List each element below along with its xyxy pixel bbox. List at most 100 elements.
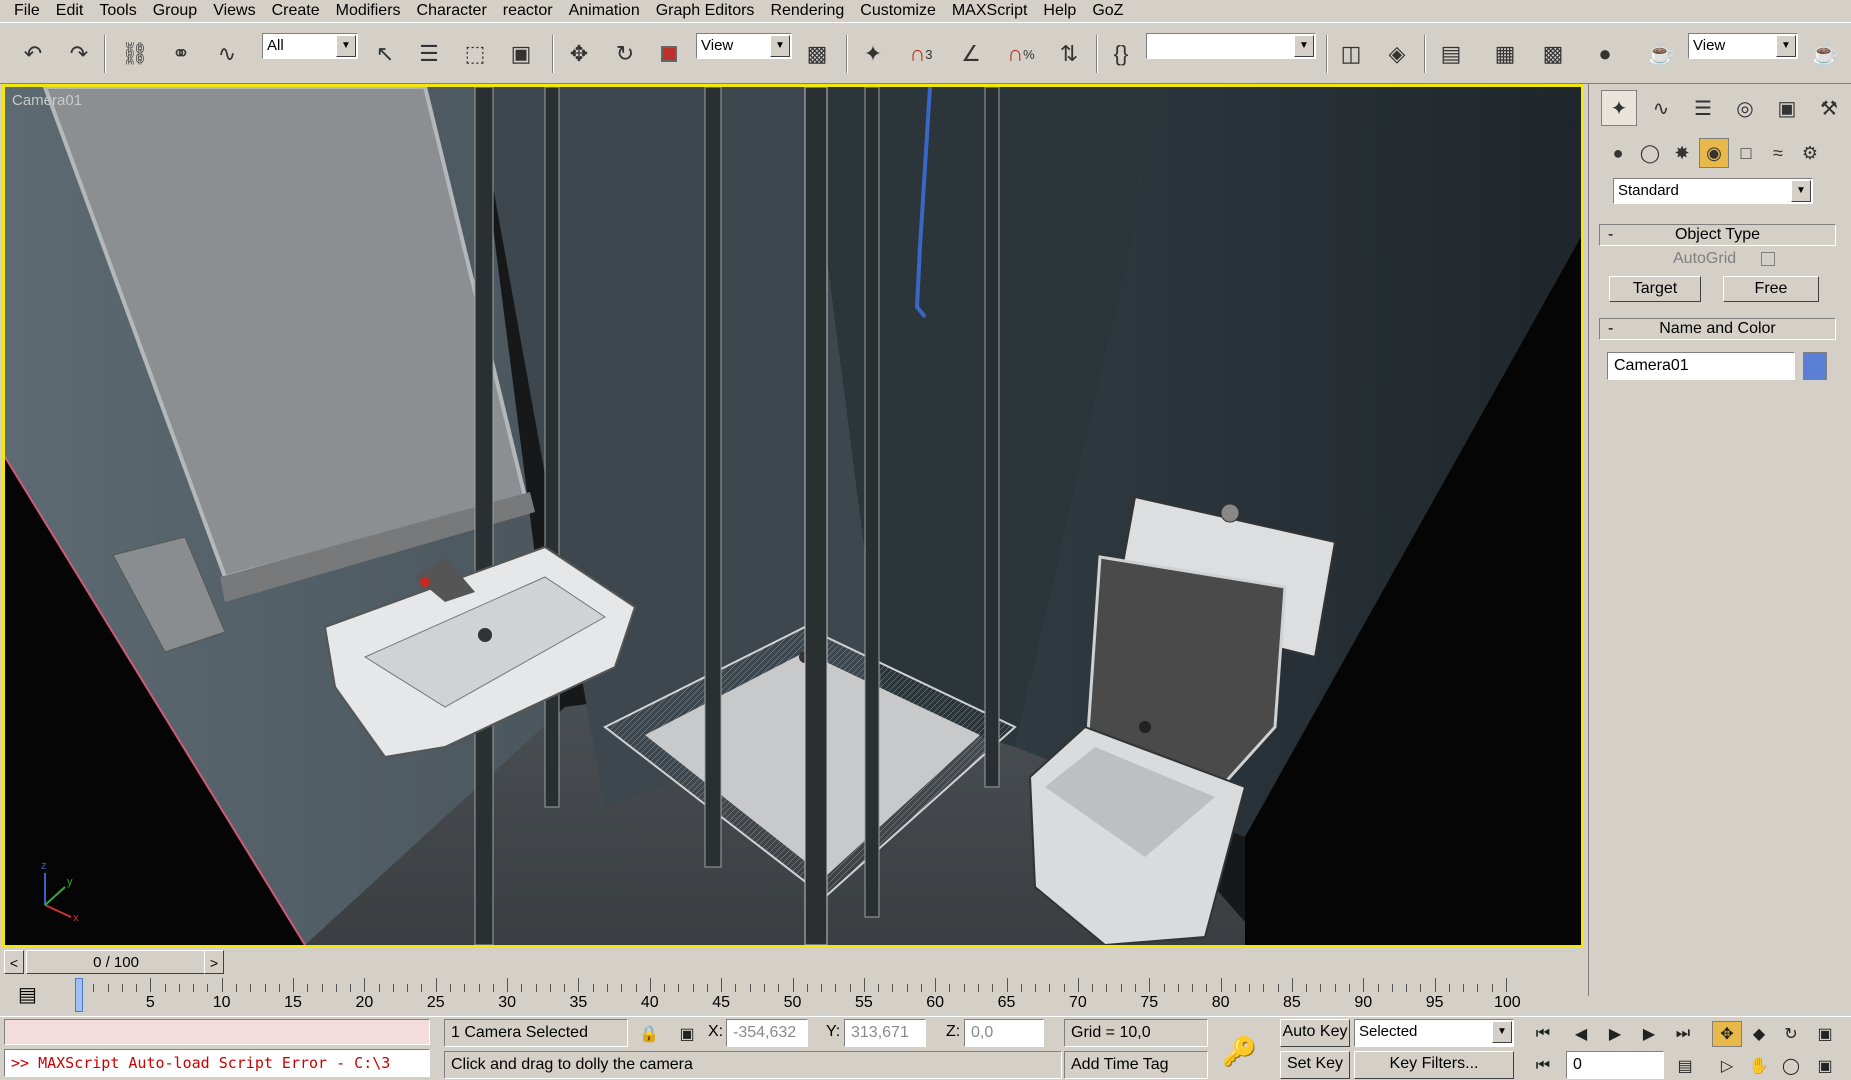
select-and-scale-icon[interactable] [652,37,686,71]
viewport-label[interactable]: Camera01 [12,92,82,109]
time-configuration-icon[interactable]: ▤ [1670,1053,1700,1079]
time-slider-thumb[interactable]: 0 / 100 [26,950,206,974]
helpers-icon[interactable]: □ [1731,138,1761,168]
key-mode-toggle-icon[interactable]: ⏮ [1528,1053,1558,1079]
geometry-icon[interactable]: ● [1603,138,1633,168]
angle-snap-icon[interactable]: ∠ [954,37,988,71]
bind-space-warp-icon[interactable]: ∿ [210,37,244,71]
menu-modifiers[interactable]: Modifiers [328,0,409,22]
display-tab-icon[interactable]: ▣ [1769,90,1805,126]
rectangular-selection-icon[interactable]: ⬚ [458,37,492,71]
lock-icon[interactable]: 🔒 [634,1021,664,1047]
select-object-icon[interactable]: ↖ [368,37,402,71]
hierarchy-tab-icon[interactable]: ☰ [1685,90,1721,126]
autogrid-checkbox[interactable] [1761,252,1775,266]
redo-icon[interactable]: ↷ [62,37,96,71]
material-editor-icon[interactable]: ● [1588,37,1622,71]
orbit-camera-icon[interactable]: ↻ [1776,1021,1806,1047]
render-type-dropdown[interactable]: View ▼ [1688,33,1798,59]
modify-tab-icon[interactable]: ∿ [1643,90,1679,126]
edit-named-selections-icon[interactable]: {} [1104,37,1138,71]
quick-render-icon[interactable]: ☕ [1808,37,1842,71]
object-category-dropdown[interactable]: Standard ▼ [1613,178,1813,204]
select-and-manipulate-icon[interactable]: ✦ [856,37,890,71]
window-crossing-icon[interactable]: ▣ [504,37,538,71]
set-key-mode-key-icon[interactable]: 🔑 [1222,1035,1257,1068]
align-icon[interactable]: ◈ [1380,37,1414,71]
utilities-tab-icon[interactable]: ⚒ [1811,90,1847,126]
set-key-button[interactable]: Set Key [1280,1051,1350,1079]
x-coordinate-input[interactable]: -354,632 [726,1019,808,1047]
field-of-view-icon[interactable]: ▷ [1712,1053,1742,1079]
select-and-move-icon[interactable]: ✥ [562,37,596,71]
key-filters-button[interactable]: Key Filters... [1354,1051,1514,1079]
object-type-rollout[interactable]: - Object Type [1599,224,1836,246]
percent-snap-icon[interactable]: ∩% [1004,37,1038,71]
play-icon[interactable]: ▶ [1600,1021,1630,1047]
menu-maxscript[interactable]: MAXScript [944,0,1036,22]
auto-key-button[interactable]: Auto Key [1280,1019,1350,1047]
z-coordinate-input[interactable]: 0,0 [964,1019,1044,1047]
spinner-snap-icon[interactable]: ⇅ [1052,37,1086,71]
menu-edit[interactable]: Edit [48,0,92,22]
object-name-input[interactable]: Camera01 [1607,352,1795,380]
current-frame-input[interactable]: 0 [1566,1051,1664,1079]
named-selection-sets-dropdown[interactable]: ▼ [1146,33,1316,59]
select-and-link-icon[interactable]: ⛓ [118,37,152,71]
next-frame-icon[interactable]: ▶ [1634,1021,1664,1047]
y-coordinate-input[interactable]: 313,671 [844,1019,926,1047]
trackbar[interactable]: ▤ 05101520253035404550556065707580859095… [0,976,1588,1016]
menu-help[interactable]: Help [1035,0,1084,22]
create-tab-icon[interactable]: ✦ [1601,90,1637,126]
key-mode-dropdown[interactable]: Selected ▼ [1354,1019,1514,1047]
absolute-mode-icon[interactable]: ▣ [672,1021,702,1047]
maxscript-output[interactable]: >> MAXScript Auto-load Script Error - C:… [4,1049,430,1077]
current-time-marker[interactable] [75,978,83,1012]
min-max-toggle-icon[interactable]: ▣ [1810,1053,1840,1079]
lights-icon[interactable]: ✸ [1667,138,1697,168]
free-button[interactable]: Free [1723,276,1819,302]
menu-customize[interactable]: Customize [852,0,944,22]
select-by-name-icon[interactable]: ☰ [412,37,446,71]
menu-group[interactable]: Group [145,0,205,22]
maximize-viewport-icon[interactable]: ▣ [1810,1021,1840,1047]
maxscript-listener-input[interactable] [4,1019,430,1045]
systems-icon[interactable]: ⚙ [1795,138,1825,168]
pan-icon[interactable]: ✋ [1744,1053,1774,1079]
name-and-color-rollout[interactable]: - Name and Color [1599,318,1836,340]
shapes-icon[interactable]: ◯ [1635,138,1665,168]
schematic-view-icon[interactable]: ▩ [1536,37,1570,71]
menu-file[interactable]: File [6,0,48,22]
menu-character[interactable]: Character [409,0,495,22]
add-time-tag-field[interactable]: Add Time Tag [1064,1051,1208,1079]
menu-rendering[interactable]: Rendering [762,0,852,22]
menu-animation[interactable]: Animation [561,0,648,22]
render-setup-icon[interactable]: ☕ [1644,37,1678,71]
object-color-swatch[interactable] [1803,352,1827,380]
undo-icon[interactable]: ↶ [16,37,50,71]
time-slider-prev-button[interactable]: < [4,950,24,974]
menu-tools[interactable]: Tools [91,0,144,22]
use-pivot-center-icon[interactable]: ▩ [800,37,834,71]
reference-coordinate-dropdown[interactable]: View ▼ [696,33,792,59]
menu-create[interactable]: Create [264,0,328,22]
camera-viewport[interactable]: z y x Camera01 [2,84,1584,948]
menu-goz[interactable]: GoZ [1084,0,1131,22]
selection-filter-dropdown[interactable]: All ▼ [262,33,358,59]
time-slider-next-button[interactable]: > [204,950,224,974]
go-to-start-icon[interactable]: ⏮ [1528,1021,1558,1047]
menu-reactor[interactable]: reactor [495,0,561,22]
unlink-selection-icon[interactable]: ⚭ [164,37,198,71]
previous-frame-icon[interactable]: ◀ [1566,1021,1596,1047]
menu-views[interactable]: Views [205,0,263,22]
curve-editor-icon[interactable]: ▦ [1488,37,1522,71]
space-warps-icon[interactable]: ≈ [1763,138,1793,168]
mirror-icon[interactable]: ◫ [1334,37,1368,71]
cameras-icon[interactable]: ◉ [1699,138,1729,168]
zoom-icon[interactable]: ✥ [1712,1021,1742,1047]
go-to-end-icon[interactable]: ⏭ [1668,1021,1698,1047]
layer-manager-icon[interactable]: ▤ [1434,37,1468,71]
target-button[interactable]: Target [1609,276,1701,302]
motion-tab-icon[interactable]: ◎ [1727,90,1763,126]
select-and-rotate-icon[interactable]: ↻ [608,37,642,71]
